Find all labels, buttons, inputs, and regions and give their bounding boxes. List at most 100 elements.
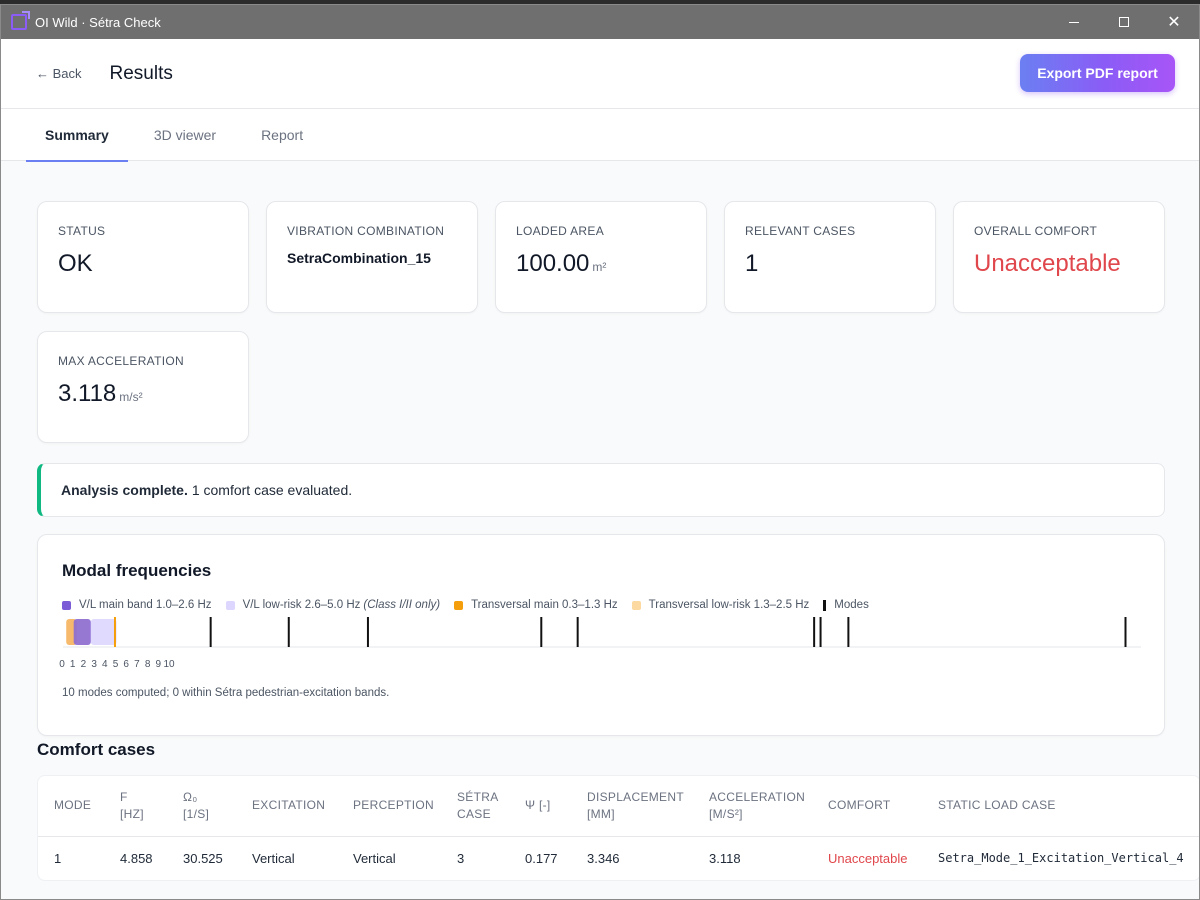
table-cell: Vertical [353,850,396,866]
legend-tr-main-label: Transversal main 0.3–1.3 Hz [471,599,618,611]
status-card: STATUS OK [37,201,249,313]
legend-vl-low: V/L low-risk 2.6–5.0 Hz (Class I/II only) [225,599,440,611]
overall-comfort-card: OVERALL COMFORT Unacceptable [953,201,1165,313]
x-tick-label: 4 [102,659,108,670]
column-header: PERCEPTION [337,776,441,837]
table-header-row: MODE F [HZ] Ω₀ [1/S] EXCITATION PERCEPTION SÉTR… [38,776,1199,837]
max-acceleration-value: 3.118 m/s² [58,380,143,408]
modal-frequency-chart: 0 1 2 3 4 5 6 7 8 9 10 [59,617,1141,670]
maximize-button[interactable] [1099,5,1149,39]
legend-swatch-tr-low [631,600,641,610]
tab-3d-viewer[interactable]: 3D viewer [135,109,235,161]
column-header: EXCITATION [236,776,337,837]
max-acceleration-unit: m/s² [119,390,143,404]
table-cell: 1 [54,850,62,866]
minimize-button[interactable] [1049,5,1099,39]
x-tick-label: 5 [113,659,119,670]
column-header: F [HZ] [104,776,167,837]
legend-vl-low-label: V/L low-risk 2.6–5.0 Hz [242,599,361,611]
legend-vl-main-label: V/L main band 1.0–2.6 Hz [79,599,212,611]
modal-note: 10 modes computed; 0 within Sétra pedest… [62,687,390,699]
loaded-area-label: LOADED AREA [516,224,604,238]
frequency-band [73,619,91,645]
window-controls: ✕ [1049,5,1199,39]
column-header-text: STATIC LOAD CASE [938,798,1056,813]
loaded-area-unit: m² [592,260,607,274]
column-header-text: PERCEPTION [353,798,435,813]
modal-title: Modal frequencies [62,561,212,580]
status-label: STATUS [58,224,106,238]
combination-value: SetraCombination_15 [287,250,431,266]
banner-text: 1 comfort case evaluated. [191,482,353,498]
column-header: Ψ [-] [509,776,571,837]
legend-swatch-modes [823,599,827,611]
legend-swatch-vl-main [62,600,71,610]
table-cell: 30.525 [183,850,223,866]
back-link[interactable]: ← Back [36,66,82,81]
tab-summary[interactable]: Summary [26,109,128,162]
table-cell: 3.346 [587,850,620,866]
legend-modes: Modes [823,599,869,611]
loaded-area-card: LOADED AREA 100.00 m² [495,201,707,313]
legend-swatch-vl-low [225,600,235,610]
column-header-text: DISPLACEMENT [587,789,684,804]
title-bar: OI Wild · Sétra Check ✕ [1,5,1199,39]
column-header-text: Ψ [-] [525,798,551,813]
table-cell: Vertical [252,850,295,866]
table-cell: 0.177 [525,850,558,866]
modal-frequencies-card: Modal frequencies V/L main band 1.0–2.6 … [37,534,1165,736]
max-acceleration-card: MAX ACCELERATION 3.118 m/s² [37,331,249,443]
column-header: STATIC LOAD CASE [922,776,1199,837]
column-header-text: SÉTRA [457,789,499,804]
x-tick-label: 10 [163,659,175,670]
minimize-icon [1069,21,1079,23]
table-cell: 4.858 [120,850,153,866]
legend-swatch-tr-main [454,600,464,610]
analysis-banner: Analysis complete. 1 comfort case evalua… [37,463,1165,517]
column-header-text: [M/S²] [709,806,743,821]
x-tick-label: 2 [81,659,87,670]
legend-modes-label: Modes [834,599,869,611]
column-header: MODE [38,776,104,837]
column-header-text: COMFORT [828,798,891,813]
comfort-cases-title: Comfort cases [37,740,156,759]
max-acceleration-label: MAX ACCELERATION [58,354,184,368]
banner-strong: Analysis complete. [61,482,188,498]
overall-comfort-label: OVERALL COMFORT [974,224,1098,238]
column-header: DISPLACEMENT [MM] [571,776,693,837]
table-cell: 3.118 [709,850,741,866]
x-tick-label: 8 [145,659,151,670]
legend-tr-low: Transversal low-risk 1.3–2.5 Hz [631,599,809,611]
page-header: ← Back Results Export PDF report [1,39,1199,109]
column-header-text: [1/S] [183,806,210,821]
relevant-cases-card: RELEVANT CASES 1 [724,201,936,313]
table-body: 1 4.858 30.525 Vertical Vertical 3 0.177 3.346 3… [38,836,1199,880]
column-header-text: Ω₀ [183,789,198,804]
column-header-text: F [120,789,128,804]
status-value: OK [58,250,93,277]
close-button[interactable]: ✕ [1149,5,1199,39]
table-cell: Setra_Mode_1_Excitation_Vertical_4 [938,851,1184,866]
combination-card: VIBRATION COMBINATION SetraCombination_1… [266,201,478,313]
table-cell: Unacceptable [828,850,908,866]
page-title: Results [109,62,173,84]
close-icon: ✕ [1167,14,1181,31]
x-tick-label: 6 [123,659,129,670]
x-tick-label: 1 [70,659,76,670]
frequency-band [90,619,117,645]
comfort-cases-table: MODE F [HZ] Ω₀ [1/S] EXCITATION PERCEPTION SÉTR… [37,775,1199,881]
table-row[interactable]: 1 4.858 30.525 Vertical Vertical 3 0.177 3.346 3… [38,836,1199,880]
column-header: ACCELERATION [M/S²] [693,776,812,837]
table-cell: 3 [457,850,465,866]
legend-tr-main: Transversal main 0.3–1.3 Hz [454,599,618,611]
window-title: OI Wild · Sétra Check [35,14,161,30]
tab-report[interactable]: Report [242,109,322,161]
export-pdf-button[interactable]: Export PDF report [1020,54,1175,92]
combination-label: VIBRATION COMBINATION [287,224,445,238]
column-header-text: [MM] [587,806,615,821]
x-tick-label: 7 [134,659,140,670]
loaded-area-value: 100.00 m² [516,250,606,278]
column-header-text: CASE [457,806,491,821]
relevant-cases-label: RELEVANT CASES [745,224,856,238]
tab-bar: Summary 3D viewer Report [1,109,1199,162]
